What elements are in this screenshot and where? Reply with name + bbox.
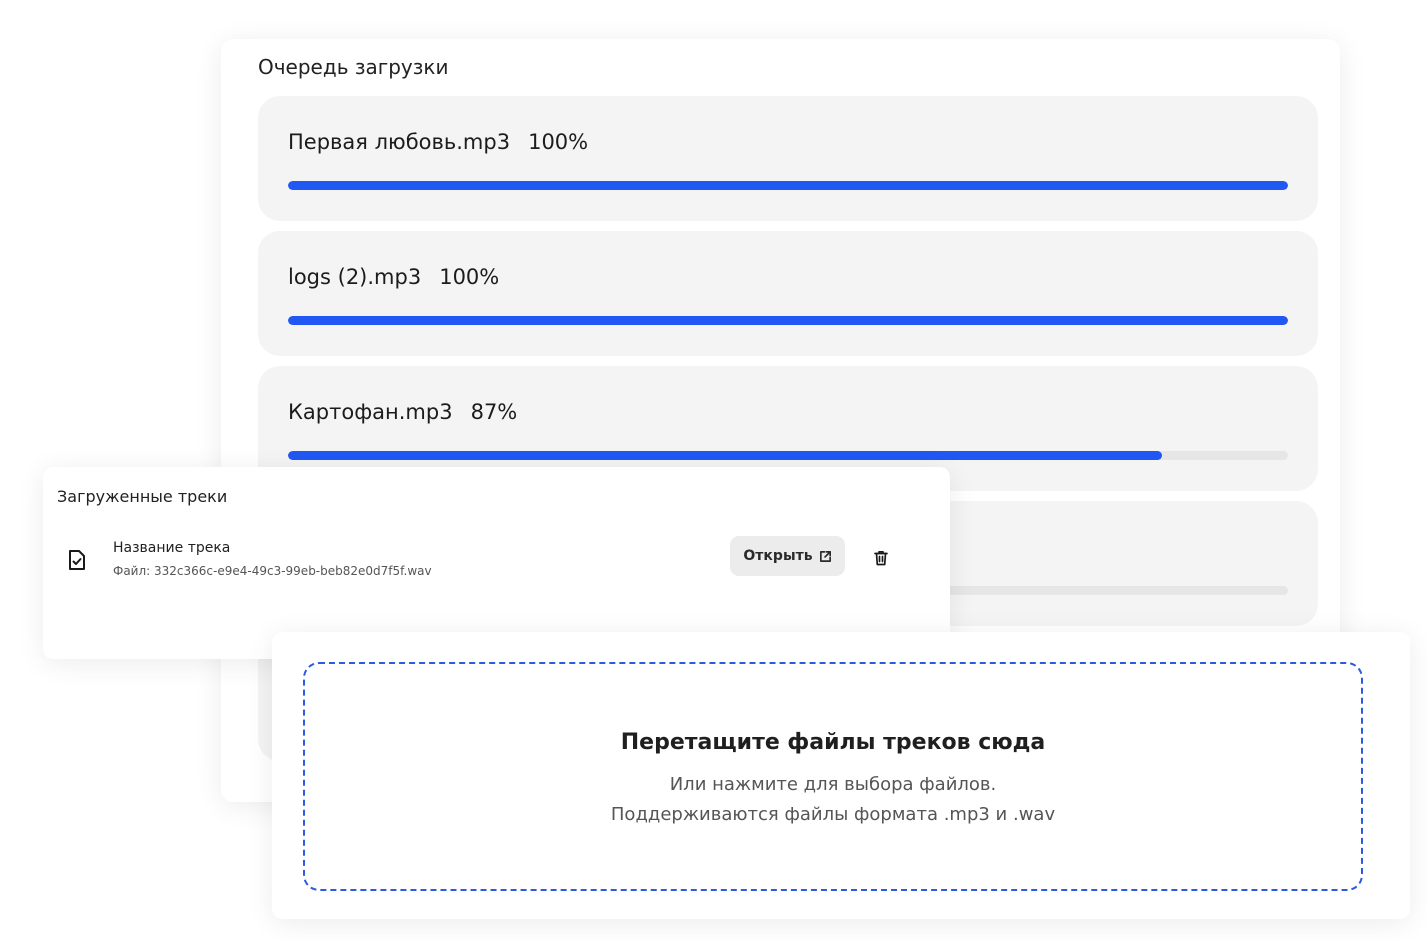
progress-bar xyxy=(288,181,1288,190)
dropzone-title: Перетащите файлы треков сюда xyxy=(620,730,1046,755)
dropzone-panel: Перетащите файлы треков сюда Или нажмите… xyxy=(272,632,1410,919)
progress-fill xyxy=(288,181,1288,190)
queue-item-percent: 100% xyxy=(528,130,589,154)
track-name: Название трека xyxy=(113,540,231,556)
upload-queue-title: Очередь загрузки xyxy=(258,55,449,79)
progress-bar xyxy=(288,451,1288,460)
dropzone-hint: Или нажмите для выбора файлов. xyxy=(669,774,997,795)
uploaded-tracks-title: Загруженные треки xyxy=(57,487,228,506)
queue-item-filename: Картофан.mp3 xyxy=(288,400,453,424)
uploaded-tracks-panel: Загруженные треки Название трека Файл: 3… xyxy=(43,467,950,659)
queue-item-filename: logs (2).mp3 xyxy=(288,265,422,289)
progress-fill xyxy=(288,316,1288,325)
queue-item: logs (2).mp3 100% xyxy=(258,231,1318,356)
trash-icon[interactable] xyxy=(872,549,890,567)
progress-bar xyxy=(288,316,1288,325)
progress-fill xyxy=(288,451,1162,460)
open-button-label: Открыть xyxy=(743,548,813,564)
queue-item: Первая любовь.mp3 100% xyxy=(258,96,1318,221)
open-track-button[interactable]: Открыть xyxy=(730,536,845,576)
queue-item-percent: 87% xyxy=(470,400,518,424)
external-link-icon xyxy=(819,550,831,562)
dropzone-formats: Поддерживаются файлы формата .mp3 и .wav xyxy=(610,804,1056,825)
file-check-icon xyxy=(69,550,85,570)
queue-item-filename: Первая любовь.mp3 xyxy=(288,130,511,154)
queue-item-percent: 100% xyxy=(439,265,500,289)
file-dropzone[interactable]: Перетащите файлы треков сюда Или нажмите… xyxy=(303,662,1363,891)
track-filename: Файл: 332c366c-e9e4-49c3-99eb-beb82e0d7f… xyxy=(113,564,432,578)
